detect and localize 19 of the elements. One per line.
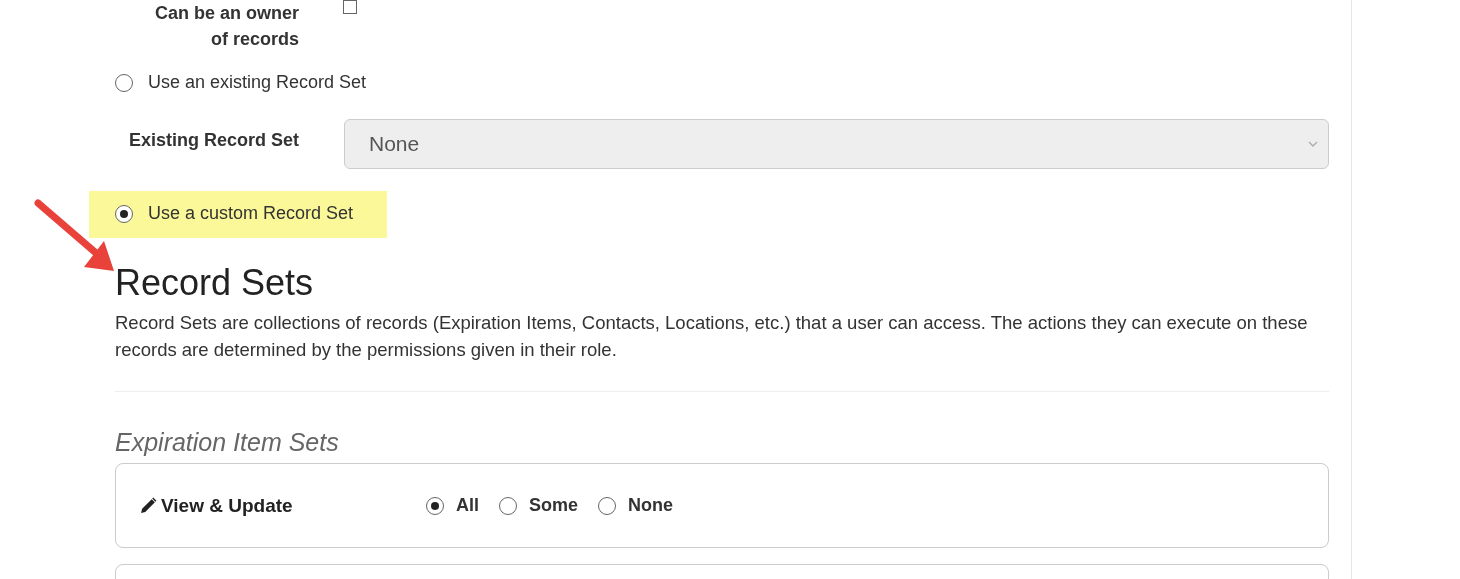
pencil-icon — [140, 497, 157, 514]
section-description: Record Sets are collections of records (Expiration Items, Contacts, Locations, etc.) that a user can access. The actions they can execute on these records are determined by the permissions given in their role. — [115, 311, 1309, 362]
checkbox[interactable] — [343, 0, 357, 14]
permission-label: View & Update — [161, 494, 293, 517]
chevron-icon — [1308, 141, 1318, 147]
option-label: All — [456, 495, 479, 516]
radio-label: Use a custom Record Set — [148, 203, 354, 224]
radio-button[interactable] — [426, 496, 444, 515]
radio-button[interactable] — [598, 496, 617, 515]
option-label: Some — [529, 495, 579, 516]
radio-button[interactable] — [115, 73, 133, 92]
option-label: None — [628, 495, 674, 516]
radio-button[interactable] — [499, 496, 517, 515]
field-label: Can be an owner of records — [153, 2, 299, 51]
radio-label: Use an existing Record Set — [148, 72, 367, 93]
subsection-heading: Expiration Item Sets — [115, 428, 340, 457]
section-heading: Record Sets — [115, 262, 315, 303]
field-label: Existing Record Set — [127, 129, 299, 152]
radio-button[interactable] — [115, 204, 133, 223]
